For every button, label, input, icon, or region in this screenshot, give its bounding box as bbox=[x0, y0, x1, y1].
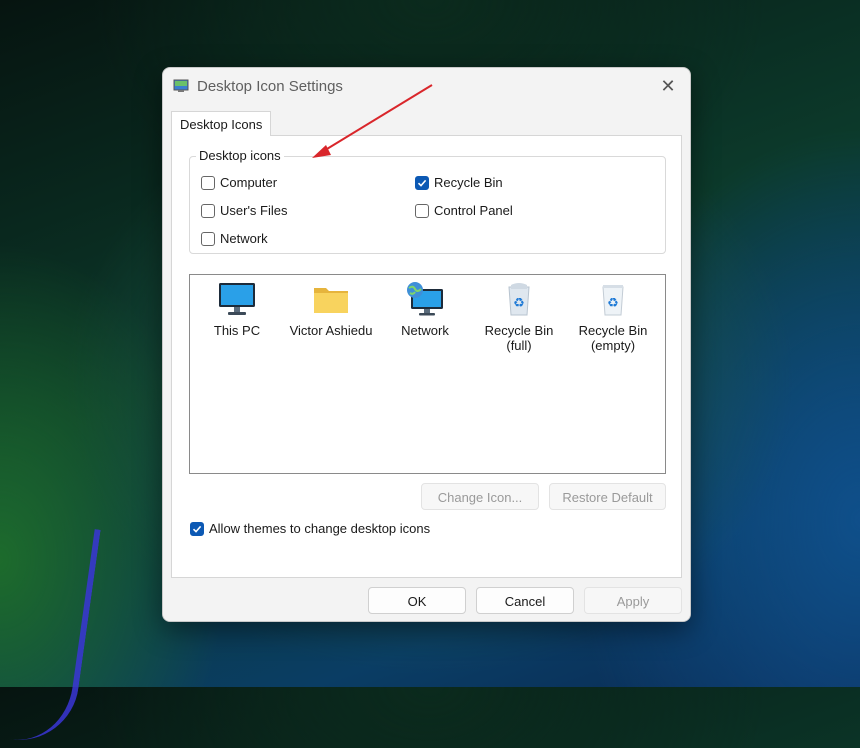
checkbox-users-files[interactable]: User's Files bbox=[201, 203, 288, 218]
icon-label: Recycle Bin (full) bbox=[484, 323, 554, 353]
checkbox-control-panel-box[interactable] bbox=[415, 203, 429, 218]
checkbox-label: Network bbox=[220, 231, 268, 246]
display-settings-icon bbox=[173, 79, 189, 92]
tab-panel: Desktop icons Computer Recycle Bin User'… bbox=[171, 135, 682, 578]
recycle-bin-empty-icon: ♻ bbox=[602, 285, 624, 316]
close-icon[interactable]: ✕ bbox=[660, 77, 676, 95]
apply-button[interactable]: Apply bbox=[584, 587, 682, 614]
checkbox-users-files-box[interactable] bbox=[201, 203, 215, 218]
ok-button[interactable]: OK bbox=[368, 587, 466, 614]
restore-default-button[interactable]: Restore Default bbox=[549, 483, 666, 510]
cancel-button[interactable]: Cancel bbox=[476, 587, 574, 614]
wallpaper-swirl bbox=[0, 512, 101, 748]
icon-item-recycle-bin-empty[interactable]: ♻ Recycle Bin (empty) bbox=[566, 281, 660, 353]
icon-list[interactable]: This PC Victor Ashiedu Network ♻ Recycle… bbox=[189, 274, 666, 474]
recycle-bin-full-icon: ♻ bbox=[508, 283, 530, 316]
checkbox-computer-box[interactable] bbox=[201, 175, 215, 190]
icon-item-this-pc[interactable]: This PC bbox=[190, 281, 284, 338]
checkbox-network-box[interactable] bbox=[201, 231, 215, 246]
checkbox-computer[interactable]: Computer bbox=[201, 175, 277, 190]
icon-label: Recycle Bin (empty) bbox=[578, 323, 648, 353]
checkbox-allow-themes[interactable]: Allow themes to change desktop icons bbox=[190, 521, 430, 536]
checkbox-control-panel[interactable]: Control Panel bbox=[415, 203, 513, 218]
window-title: Desktop Icon Settings bbox=[197, 78, 343, 95]
svg-text:♻: ♻ bbox=[513, 296, 525, 311]
checkbox-label: Computer bbox=[220, 175, 278, 190]
desktop-icons-groupbox: Desktop icons Computer Recycle Bin User'… bbox=[189, 148, 666, 254]
checkbox-label: Recycle Bin bbox=[434, 175, 503, 190]
icon-label: This PC bbox=[213, 323, 261, 338]
change-icon-button[interactable]: Change Icon... bbox=[421, 483, 539, 510]
icon-item-recycle-bin-full[interactable]: ♻ Recycle Bin (full) bbox=[472, 281, 566, 353]
checkbox-recycle-bin[interactable]: Recycle Bin bbox=[415, 175, 503, 190]
icon-item-network[interactable]: Network bbox=[378, 281, 472, 338]
checkmark-icon bbox=[192, 525, 202, 533]
dialog-footer: OK Cancel Apply bbox=[163, 578, 690, 621]
icon-label: Network bbox=[401, 323, 449, 338]
checkbox-recycle-bin-box[interactable] bbox=[415, 175, 429, 190]
icon-item-user-folder[interactable]: Victor Ashiedu bbox=[284, 281, 378, 338]
checkbox-label: User's Files bbox=[220, 203, 288, 218]
checkbox-label: Allow themes to change desktop icons bbox=[209, 521, 431, 536]
network-globe-icon bbox=[407, 282, 443, 316]
desktop-icon-settings-dialog: Desktop Icon Settings ✕ Desktop Icons De… bbox=[162, 67, 691, 622]
checkbox-network[interactable]: Network bbox=[201, 231, 268, 246]
monitor-icon bbox=[219, 283, 255, 315]
checkbox-label: Control Panel bbox=[434, 203, 513, 218]
checkmark-icon bbox=[417, 179, 427, 187]
title-bar[interactable]: Desktop Icon Settings ✕ bbox=[163, 68, 690, 106]
icon-label: Victor Ashiedu bbox=[289, 323, 373, 338]
tab-desktop-icons[interactable]: Desktop Icons bbox=[171, 111, 272, 136]
svg-text:♻: ♻ bbox=[607, 296, 619, 311]
folder-icon bbox=[314, 288, 348, 313]
checkbox-allow-themes-box[interactable] bbox=[190, 521, 204, 536]
group-label: Desktop icons bbox=[196, 148, 284, 163]
